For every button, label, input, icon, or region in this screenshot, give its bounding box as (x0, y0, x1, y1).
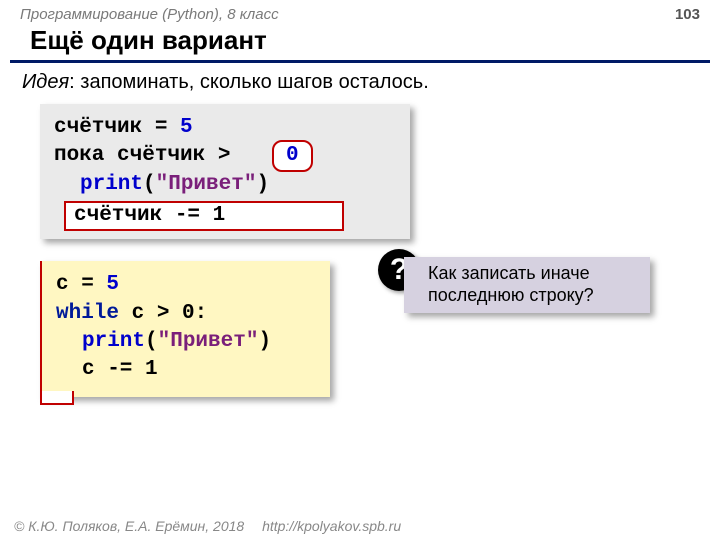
text: счётчик = (54, 116, 180, 139)
keyword-print: print (80, 173, 143, 196)
pseudocode-block: счётчик = 5 пока счётчик > print("Привет… (40, 104, 410, 239)
py-line-4: c -= 1 (56, 356, 316, 384)
red-tab-marker (40, 391, 74, 405)
footer: © К.Ю. Поляков, Е.А. Ерёмин, 2018 http:/… (14, 518, 401, 534)
page-title: Ещё один вариант (10, 25, 710, 63)
text: пока счётчик > (54, 144, 230, 167)
paren: ( (145, 330, 158, 353)
course-label: Программирование (Python), 8 класс (20, 6, 279, 23)
idea-text: : запоминать, сколько шагов осталось. (69, 71, 429, 93)
text: c > 0: (119, 302, 207, 325)
page-number: 103 (675, 6, 700, 23)
string: "Привет" (156, 173, 257, 196)
string: "Привет" (158, 330, 259, 353)
keyword-while: while (56, 302, 119, 325)
callout-decrement: счётчик -= 1 (64, 201, 344, 231)
question-box: Как записать иначе последнюю строку? (404, 257, 650, 312)
idea-line: Идея: запоминать, сколько шагов осталось… (0, 63, 720, 100)
footer-url: http://kpolyakov.spb.ru (262, 518, 401, 534)
pseudo-line-3: print("Привет") (54, 171, 396, 199)
number: 5 (106, 273, 119, 296)
text: c = (56, 273, 106, 296)
idea-label: Идея (22, 71, 69, 93)
copyright: © К.Ю. Поляков, Е.А. Ерёмин, 2018 (14, 518, 244, 534)
python-code-block: c = 5 while c > 0: print("Привет") c -= … (40, 261, 330, 396)
row-2: c = 5 while c > 0: print("Привет") c -= … (0, 261, 720, 396)
pseudo-line-1: счётчик = 5 (54, 114, 396, 142)
header: Программирование (Python), 8 класс 103 (0, 0, 720, 25)
py-line-1: c = 5 (56, 271, 316, 299)
py-line-2: while c > 0: (56, 300, 316, 328)
paren: ) (258, 330, 271, 353)
paren: ( (143, 173, 156, 196)
paren: ) (256, 173, 269, 196)
pseudo-line-2: пока счётчик > (54, 142, 396, 170)
keyword-print: print (82, 330, 145, 353)
callout-zero: 0 (272, 140, 313, 172)
number: 5 (180, 116, 193, 139)
py-line-3: print("Привет") (56, 328, 316, 356)
